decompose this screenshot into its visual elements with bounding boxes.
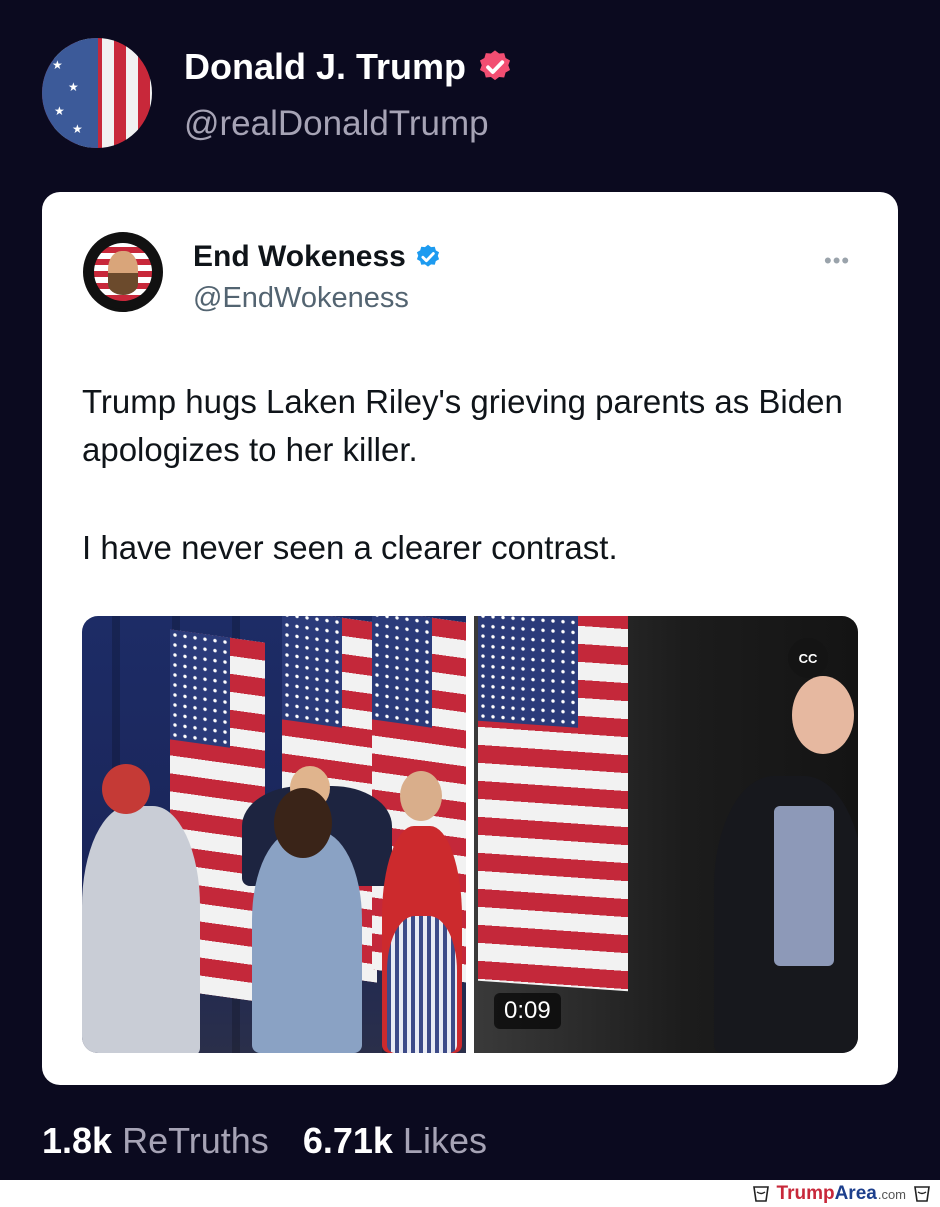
- watermark-text: Area: [834, 1183, 877, 1204]
- media-grid: CC 0:09: [82, 616, 858, 1053]
- video-duration: 0:09: [494, 993, 561, 1029]
- author-handle[interactable]: @realDonaldTrump: [184, 104, 489, 144]
- author-avatar[interactable]: ★ ★ ★ ★: [42, 38, 152, 148]
- star-icon: ★: [52, 58, 63, 72]
- watermark-text: Trump: [776, 1183, 835, 1204]
- person-head: [792, 676, 854, 754]
- flag-graphic: [478, 616, 628, 992]
- star-icon: ★: [54, 104, 65, 118]
- red-cap: [102, 764, 150, 814]
- star-icon: ★: [68, 80, 79, 94]
- quoted-author-name[interactable]: End Wokeness: [193, 240, 406, 274]
- quoted-author-handle[interactable]: @EndWokeness: [193, 282, 409, 315]
- retruths-count: 1.8k: [42, 1120, 113, 1161]
- quoted-post-text: Trump hugs Laken Riley's grieving parent…: [82, 378, 862, 622]
- post-paragraph: Trump hugs Laken Riley's grieving parent…: [82, 383, 843, 468]
- person-hair: [274, 788, 332, 858]
- quoted-author-name-row[interactable]: End Wokeness: [193, 240, 442, 274]
- author-name[interactable]: Donald J. Trump: [184, 46, 466, 88]
- star-icon: ★: [72, 122, 83, 136]
- more-options-icon[interactable]: •••: [824, 248, 850, 274]
- quoted-post-card[interactable]: End Wokeness @EndWokeness ••• Trump hugs…: [42, 192, 898, 1085]
- retruths-stat[interactable]: 1.8k ReTruths: [42, 1120, 269, 1162]
- quoted-author-avatar[interactable]: [83, 232, 163, 312]
- retruths-label: ReTruths: [122, 1120, 269, 1161]
- person-head: [400, 771, 442, 821]
- post-stats: 1.8k ReTruths 6.71k Likes: [42, 1120, 487, 1162]
- cup-icon: [752, 1186, 769, 1202]
- post-header: ★ ★ ★ ★ Donald J. Trump @realDonaldTrump: [0, 0, 940, 190]
- post-paragraph: I have never seen a clearer contrast.: [82, 529, 618, 566]
- biden-video-thumbnail[interactable]: CC 0:09: [474, 616, 858, 1053]
- verified-badge-icon: [479, 50, 511, 81]
- likes-label: Likes: [402, 1120, 487, 1161]
- cup-icon: [914, 1186, 930, 1202]
- author-name-row[interactable]: Donald J. Trump: [184, 46, 514, 88]
- verified-badge-icon: [416, 244, 439, 267]
- likes-count: 6.71k: [302, 1120, 393, 1161]
- site-watermark: Trump Area .com: [751, 1183, 932, 1205]
- person-figure: [252, 831, 362, 1053]
- striped-skirt: [387, 916, 457, 1053]
- trump-hug-photo[interactable]: [82, 616, 466, 1053]
- shirt: [774, 806, 834, 966]
- watermark-text: .com: [877, 1186, 906, 1202]
- person-figure: [82, 806, 200, 1053]
- avatar-beard: [108, 273, 138, 295]
- captions-icon[interactable]: CC: [788, 638, 828, 678]
- likes-stat[interactable]: 6.71k Likes: [303, 1120, 487, 1162]
